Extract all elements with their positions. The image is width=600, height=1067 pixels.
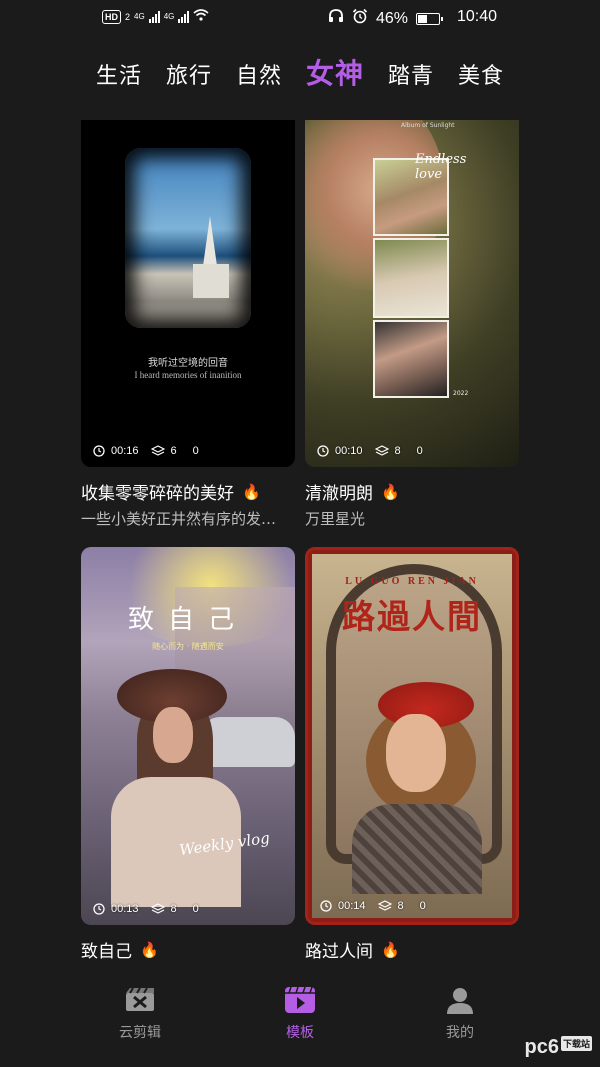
template-card[interactable]: Album of Sunlight Endless love 2022 00:1… (305, 120, 519, 529)
layers-count: 8 (170, 903, 177, 915)
portrait-photo-2 (373, 238, 449, 318)
thumb-year: 2022 (453, 390, 469, 397)
template-title-row: 收集零零碎碎的美好 🔥 (81, 479, 295, 505)
clock-icon (320, 900, 332, 912)
status-bar: HD 2 4G 4G 46% 10:40 (0, 0, 600, 36)
duration: 00:14 (338, 900, 366, 912)
layers-count: 8 (397, 900, 404, 912)
thumb-caption-en: I heard memories of inanition (134, 370, 242, 380)
thumb-title: 路過人間 (342, 597, 482, 636)
template-subtitle: 一些小美好正井然有序的发… (81, 510, 277, 528)
sim-index: 2 (125, 11, 131, 22)
tab-food[interactable]: 美食 (458, 58, 504, 90)
battery-percent: 46% (375, 9, 408, 27)
layers-icon (377, 900, 392, 911)
status-right: 46% (328, 8, 443, 29)
fire-icon: 🔥 (381, 482, 400, 501)
layers-icon (150, 903, 165, 914)
template-title: 清澈明朗 (305, 484, 373, 504)
nav-templates[interactable]: 模板 (250, 984, 350, 1042)
nav-profile[interactable]: 我的 (410, 984, 510, 1042)
layers-icon (374, 445, 389, 456)
battery-icon (416, 12, 443, 25)
nav-label: 云剪辑 (119, 1025, 161, 1041)
fire-icon: 🔥 (381, 940, 400, 959)
tab-nature[interactable]: 自然 (236, 58, 282, 90)
church-photo (125, 148, 251, 328)
nav-label: 我的 (446, 1025, 474, 1041)
thumb-title: 致自己 (127, 605, 248, 635)
fire-icon: 🔥 (242, 482, 261, 501)
duration: 00:10 (335, 445, 363, 457)
clock-icon (93, 445, 105, 457)
portrait-photo-3 (373, 320, 449, 398)
tab-life[interactable]: 生活 (96, 58, 142, 90)
signal-icon (148, 10, 160, 23)
template-card[interactable]: LU GUO REN JIAN 路過人間 00:14 8 0 路过人间 🔥 (305, 547, 519, 962)
template-card[interactable]: 我听过空境的回音 I heard memories of inanition 0… (81, 120, 295, 529)
app-root: HD 2 4G 4G 46% 10:40 生活 旅行 自然 女神 踏青 美食 我… (0, 0, 600, 1067)
layers-count: 6 (170, 445, 177, 457)
usage-count: 0 (192, 445, 199, 457)
template-title-row: 致自己 🔥 (81, 937, 295, 963)
template-subtitle: 万里星光 (305, 510, 366, 528)
template-title: 致自己 (81, 942, 132, 962)
layers-icon (150, 445, 165, 456)
template-thumbnail[interactable]: 我听过空境的回音 I heard memories of inanition 0… (81, 120, 295, 467)
thumb-subtitle: 随心而为 · 随遇而安 (152, 642, 224, 651)
category-tabs: 生活 旅行 自然 女神 踏青 美食 (0, 52, 600, 92)
wifi-icon (193, 9, 209, 24)
nav-label: 模板 (286, 1025, 314, 1041)
usage-count: 0 (419, 900, 426, 912)
template-title: 路过人间 (305, 942, 373, 962)
tab-travel[interactable]: 旅行 (166, 58, 212, 90)
tab-outing[interactable]: 踏青 (388, 58, 434, 90)
nav-cloud-edit[interactable]: 云剪辑 (90, 984, 190, 1042)
thumb-caption-cn: 我听过空境的回音 (148, 358, 228, 369)
watermark-logo: pc6 下载站 (524, 1036, 592, 1058)
bottom-nav: 云剪辑 模板 我的 pc6 下载站 (0, 970, 600, 1067)
fire-icon: 🔥 (140, 940, 159, 959)
alarm-icon (352, 8, 368, 29)
template-meta: 00:13 8 0 (93, 903, 199, 915)
template-thumbnail[interactable]: 致自己 随心而为 · 随遇而安 Weekly vlog 00:13 8 0 (81, 547, 295, 925)
signal-icon-2 (178, 10, 190, 23)
thumb-top-text: Album of Sunlight (401, 122, 455, 129)
network-label-1: 4G (134, 12, 145, 21)
template-card[interactable]: 致自己 随心而为 · 随遇而安 Weekly vlog 00:13 8 0 致自… (81, 547, 295, 962)
template-thumbnail[interactable]: Album of Sunlight Endless love 2022 00:1… (305, 120, 519, 467)
template-title-row: 路过人间 🔥 (305, 937, 519, 963)
template-title-row: 清澈明朗 🔥 (305, 479, 519, 505)
user-icon (410, 984, 510, 1016)
duration: 00:13 (111, 903, 139, 915)
template-meta: 00:16 6 0 (93, 445, 199, 457)
headphone-icon (328, 9, 344, 28)
thumb-title: Endless love (415, 152, 467, 182)
status-left: HD 2 4G 4G (102, 9, 209, 24)
clock-icon (93, 903, 105, 915)
hd-badge: HD (102, 9, 121, 24)
template-meta: 00:14 8 0 (320, 900, 426, 912)
clapper-icon (90, 984, 190, 1016)
clock-icon (317, 445, 329, 457)
usage-count: 0 (416, 445, 423, 457)
network-label-2: 4G (163, 12, 175, 21)
thumb-pinyin: LU GUO REN JIAN (345, 576, 479, 587)
template-title: 收集零零碎碎的美好 (81, 484, 234, 504)
template-play-icon (250, 984, 350, 1016)
clock: 10:40 (456, 8, 497, 25)
duration: 00:16 (111, 445, 139, 457)
template-meta: 00:10 8 0 (317, 445, 423, 457)
layers-count: 8 (394, 445, 401, 457)
template-thumbnail[interactable]: LU GUO REN JIAN 路過人間 00:14 8 0 (305, 547, 519, 925)
usage-count: 0 (192, 903, 199, 915)
tab-goddess[interactable]: 女神 (306, 52, 364, 92)
